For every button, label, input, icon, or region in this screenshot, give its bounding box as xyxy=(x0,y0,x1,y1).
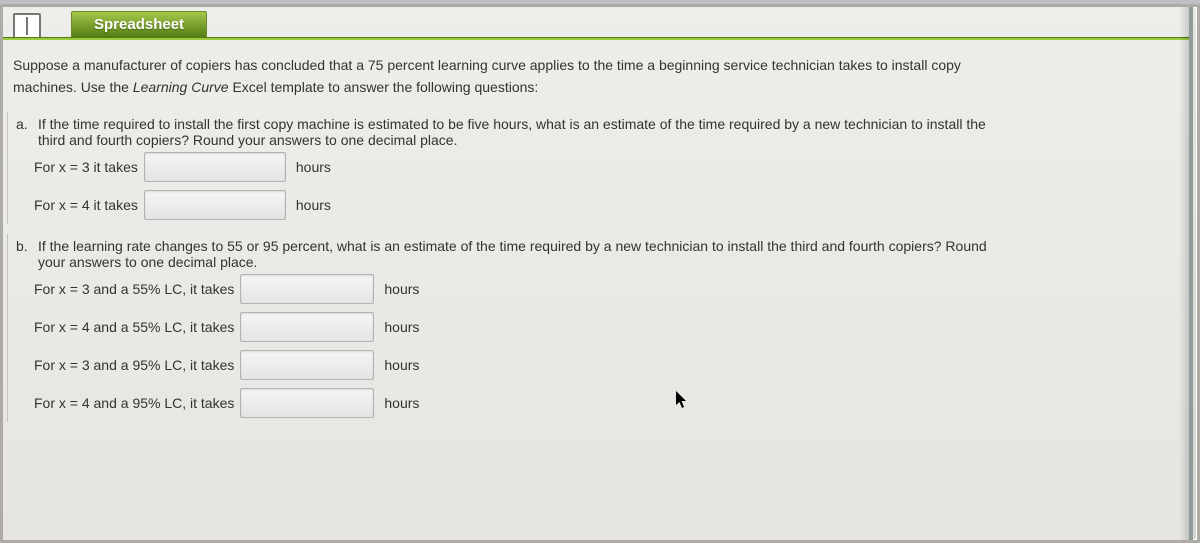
qb-row1-input[interactable] xyxy=(240,274,374,304)
qa-line2: third and fourth copiers? Round your ans… xyxy=(38,132,457,148)
qb-row-4: For x = 4 and a 95% LC, it takes hours xyxy=(34,384,1175,422)
qb-row3-label: For x = 3 and a 95% LC, it takes xyxy=(34,357,234,373)
tab-underline xyxy=(3,37,1189,40)
qa-row-1: For x = 3 it takes hours xyxy=(34,148,1175,186)
qb-line2: your answers to one decimal place. xyxy=(38,254,257,270)
intro-italic: Learning Curve xyxy=(133,79,229,95)
qb-row-3: For x = 3 and a 95% LC, it takes hours xyxy=(34,346,1175,384)
qb-row1-unit: hours xyxy=(384,281,419,297)
qb-row2-unit: hours xyxy=(384,319,419,335)
qa-line1: If the time required to install the firs… xyxy=(38,116,986,132)
qb-row3-unit: hours xyxy=(384,357,419,373)
intro-line2a: machines. Use the xyxy=(13,79,133,95)
qa-row1-label: For x = 3 it takes xyxy=(34,159,138,175)
qa-row2-unit: hours xyxy=(296,197,331,213)
tab-row: Spreadsheet xyxy=(3,11,1189,41)
qa-row-2: For x = 4 it takes hours xyxy=(34,186,1175,224)
intro-line2b: Excel template to answer the following q… xyxy=(229,79,539,95)
qb-line1: If the learning rate changes to 55 or 95… xyxy=(38,238,987,254)
intro-line1: Suppose a manufacturer of copiers has co… xyxy=(13,57,961,73)
qb-row4-unit: hours xyxy=(384,395,419,411)
question-content: Suppose a manufacturer of copiers has co… xyxy=(3,41,1189,422)
question-b: b.If the learning rate changes to 55 or … xyxy=(7,234,1175,422)
qa-tag: a. xyxy=(16,116,38,132)
qb-row1-label: For x = 3 and a 55% LC, it takes xyxy=(34,281,234,297)
qb-row-1: For x = 3 and a 55% LC, it takes hours xyxy=(34,270,1175,308)
qa-row1-input[interactable] xyxy=(144,152,286,182)
question-a: a.If the time required to install the fi… xyxy=(7,112,1175,224)
qb-row-2: For x = 4 and a 55% LC, it takes hours xyxy=(34,308,1175,346)
qa-row2-label: For x = 4 it takes xyxy=(34,197,138,213)
qb-row2-label: For x = 4 and a 55% LC, it takes xyxy=(34,319,234,335)
intro-paragraph: Suppose a manufacturer of copiers has co… xyxy=(13,55,1175,98)
book-icon xyxy=(13,13,41,39)
tab-spreadsheet[interactable]: Spreadsheet xyxy=(71,11,207,38)
qa-row2-input[interactable] xyxy=(144,190,286,220)
qb-tag: b. xyxy=(16,238,38,254)
qb-row3-input[interactable] xyxy=(240,350,374,380)
qb-row2-input[interactable] xyxy=(240,312,374,342)
qb-row4-input[interactable] xyxy=(240,388,374,418)
qa-row1-unit: hours xyxy=(296,159,331,175)
qb-row4-label: For x = 4 and a 95% LC, it takes xyxy=(34,395,234,411)
